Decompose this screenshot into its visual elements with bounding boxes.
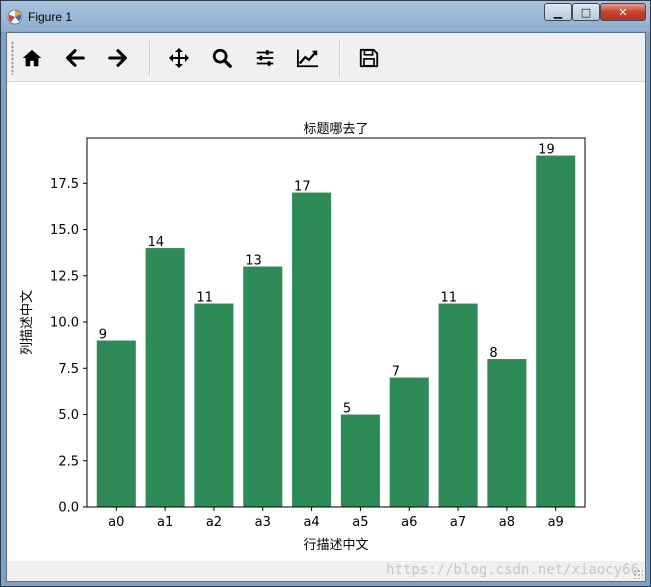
home-button[interactable] (17, 43, 47, 73)
toolbar-separator (149, 39, 151, 77)
status-bar: https://blog.csdn.net/xiaocy66 (7, 561, 645, 581)
toolbar-grip[interactable] (11, 41, 14, 75)
x-tick-label: a0 (108, 515, 124, 530)
pan-button[interactable] (164, 43, 194, 73)
toolbar-separator (339, 39, 341, 77)
arrow-right-icon (108, 49, 127, 67)
minimize-icon: ▁ (553, 5, 563, 19)
bar (145, 248, 185, 508)
data-label: 11 (196, 291, 213, 306)
arrow-left-icon (66, 49, 85, 67)
data-label: 7 (392, 365, 400, 380)
subplots-button[interactable] (250, 43, 280, 73)
resize-grip[interactable] (633, 569, 643, 579)
x-tick-label: a3 (255, 515, 271, 530)
data-label: 17 (294, 180, 311, 195)
data-label: 13 (245, 254, 262, 269)
x-tick-label: a1 (157, 515, 173, 530)
save-icon (359, 48, 379, 68)
x-tick-label: a4 (303, 515, 319, 530)
line-chart-icon (297, 49, 319, 68)
home-icon (22, 49, 42, 67)
bar (438, 303, 478, 507)
figure-window: Figure 1 ▁ □ ✕ 标题哪去了 9 14 11 13 17 5 7 1… (0, 0, 651, 587)
data-label: 5 (343, 402, 351, 417)
x-tick-label: a9 (548, 515, 564, 530)
data-label: 14 (148, 235, 165, 250)
window-title: Figure 1 (28, 10, 73, 24)
zoom-button[interactable] (207, 43, 237, 73)
data-label: 9 (99, 328, 107, 343)
move-icon (169, 48, 189, 68)
data-label: 19 (538, 143, 555, 158)
close-button[interactable]: ✕ (600, 3, 646, 21)
bar (96, 340, 136, 507)
navigation-toolbar (7, 33, 645, 82)
y-tick-label: 17.5 (50, 177, 79, 192)
x-tick-label: a8 (499, 515, 515, 530)
back-button[interactable] (60, 43, 90, 73)
x-tick-label: a5 (352, 515, 368, 530)
x-axis-label: 行描述中文 (303, 538, 368, 553)
y-tick-label: 15.0 (50, 223, 79, 238)
y-tick-label: 12.5 (50, 269, 79, 284)
bar (536, 155, 576, 508)
maximize-icon: □ (580, 5, 592, 19)
figure-canvas[interactable]: 标题哪去了 9 14 11 13 17 5 7 11 8 19 a0 a1 a2 a3 a4 a5 a6 a7 a8… (7, 82, 645, 562)
y-tick-label: 10.0 (50, 316, 79, 331)
bar (389, 377, 429, 507)
bar (340, 414, 380, 507)
bar (487, 359, 527, 507)
bar (243, 266, 283, 507)
close-icon: ✕ (618, 5, 628, 19)
data-label: 8 (489, 346, 497, 361)
y-tick-label: 7.5 (58, 362, 79, 377)
figure-client-area: 标题哪去了 9 14 11 13 17 5 7 11 8 19 a0 a1 a2 a3 a4 a5 a6 a7 a8… (6, 32, 646, 582)
sliders-icon (256, 50, 274, 66)
forward-button[interactable] (103, 43, 133, 73)
x-tick-label: a2 (206, 515, 222, 530)
title-bar[interactable]: Figure 1 ▁ □ ✕ (1, 1, 650, 33)
data-label: 11 (441, 291, 458, 306)
x-tick-label: a6 (401, 515, 417, 530)
search-icon (212, 48, 232, 68)
bar (194, 303, 234, 507)
maximize-button[interactable]: □ (572, 3, 600, 21)
bar-chart: 9 14 11 13 17 5 7 11 8 19 a0 a1 a2 a3 a4 a5 a6 a7 a8 a9 0.0 2… (20, 137, 586, 553)
y-tick-label: 0.0 (58, 501, 79, 516)
matplotlib-app-icon (7, 9, 23, 25)
y-tick-label: 5.0 (58, 408, 79, 423)
y-tick-label: 2.5 (58, 454, 79, 469)
axes-button[interactable] (293, 43, 323, 73)
y-axis-label: 列描述中文 (20, 290, 35, 355)
save-button[interactable] (354, 43, 384, 73)
bar (292, 192, 332, 507)
minimize-button[interactable]: ▁ (544, 3, 572, 21)
watermark-text: https://blog.csdn.net/xiaocy66 (386, 562, 639, 578)
x-tick-label: a7 (450, 515, 466, 530)
